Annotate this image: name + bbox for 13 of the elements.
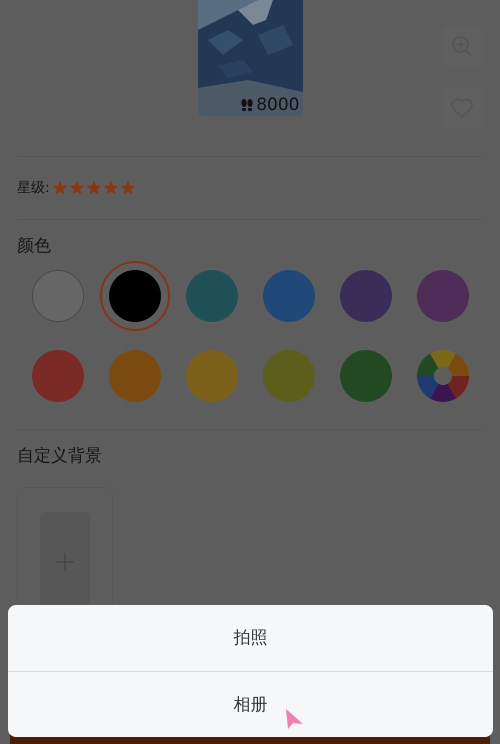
star-icon bbox=[86, 180, 102, 196]
sheet-option[interactable]: 拍照 bbox=[8, 605, 493, 670]
color-swatch[interactable] bbox=[100, 261, 170, 331]
star-icon bbox=[102, 180, 119, 196]
section-title: 颜色 bbox=[16, 235, 52, 258]
star-icon bbox=[120, 180, 136, 196]
star-icon bbox=[52, 180, 68, 196]
footprints-icon bbox=[240, 98, 254, 112]
section-title: 自定义背景 bbox=[16, 445, 103, 468]
cursor-icon bbox=[284, 708, 304, 730]
rating-label: 星级: bbox=[17, 179, 50, 197]
star-icon bbox=[68, 180, 85, 196]
step-count: 8000 bbox=[256, 95, 300, 115]
